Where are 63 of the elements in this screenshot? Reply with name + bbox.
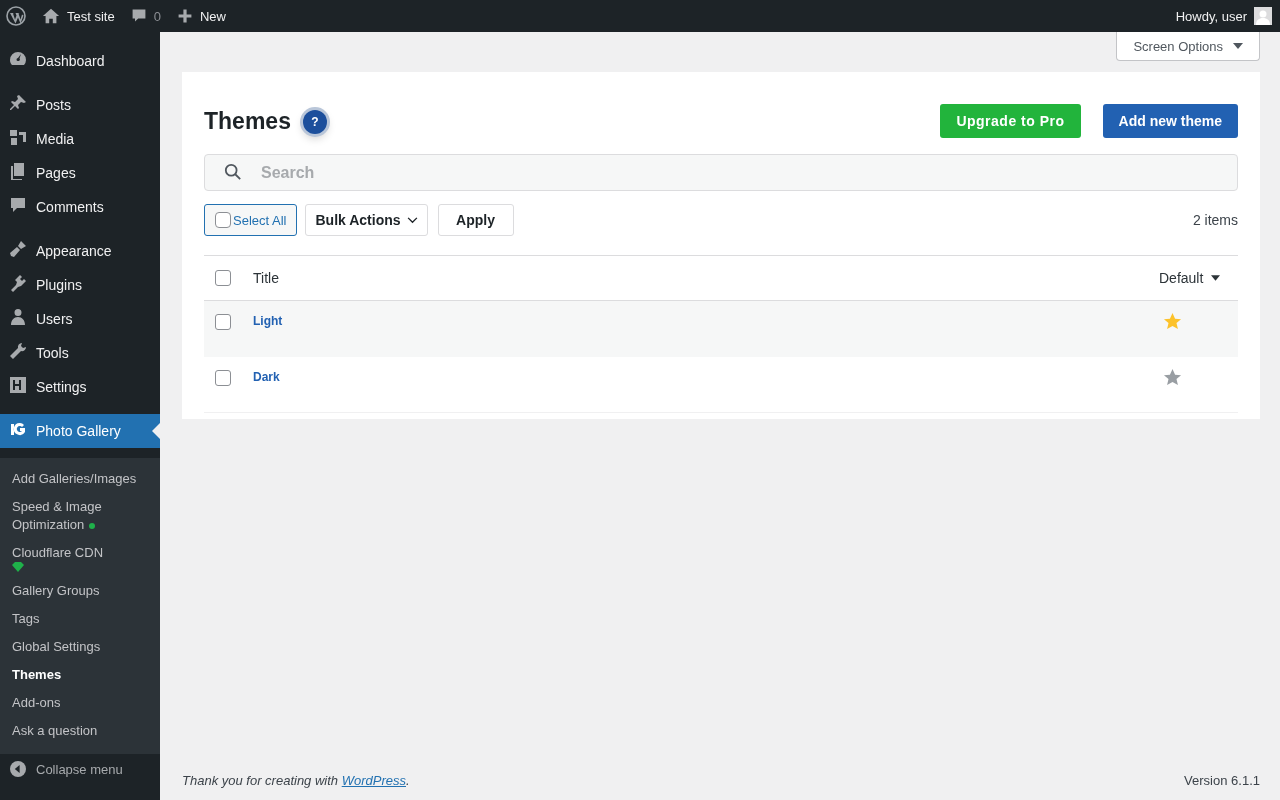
new-link[interactable]: New (199, 8, 226, 24)
collapse-menu-button[interactable]: Collapse menu (0, 754, 160, 784)
bulk-actions-dropdown[interactable]: Bulk Actions (305, 204, 428, 236)
paintbrush-icon (8, 239, 28, 259)
site-name-link[interactable]: Test site (67, 8, 115, 24)
triangle-down-icon (1211, 275, 1221, 281)
item-count: 2 items (1192, 212, 1238, 228)
wordpress-logo-icon[interactable] (6, 6, 26, 26)
menu-item[interactable]: Appearance (0, 234, 160, 268)
select-all-checkbox[interactable]: Select All (204, 204, 298, 236)
theme-title-link[interactable]: Light (253, 314, 283, 328)
footer-text: Thank you for creating with WordPress. (182, 773, 410, 788)
search-icon (224, 163, 242, 181)
row-checkbox[interactable] (215, 314, 231, 330)
chevron-down-icon (406, 216, 418, 224)
home-icon[interactable] (42, 7, 60, 25)
submenu-item[interactable]: Add-ons (0, 689, 160, 717)
row-checkbox[interactable] (215, 369, 231, 386)
star-icon[interactable] (1163, 312, 1182, 331)
speech-bubble-icon (8, 195, 28, 215)
help-button[interactable]: ? (302, 110, 327, 134)
default-column-header[interactable]: Default (1159, 270, 1237, 286)
column-header[interactable]: Title (253, 270, 279, 286)
menu-item[interactable]: Media (0, 122, 160, 156)
wordpress-link[interactable]: WordPress (341, 773, 406, 788)
person-icon (8, 307, 28, 327)
plus-icon[interactable] (176, 8, 193, 24)
select-all-checkbox[interactable] (215, 269, 231, 286)
page-title: Themes (204, 107, 291, 135)
wrench-icon (8, 341, 28, 361)
theme-title-link[interactable]: Dark (253, 369, 280, 384)
submenu-item[interactable]: Cloudflare CDN (0, 539, 160, 577)
add-theme-button[interactable]: Add new theme (1102, 104, 1238, 138)
menu-item[interactable]: Pages (0, 156, 160, 190)
menu-item[interactable]: Users (0, 302, 160, 336)
menu-item[interactable]: Comments (0, 190, 160, 224)
submenu-item[interactable]: Gallery Groups (0, 577, 160, 605)
media-icon (8, 127, 28, 147)
diamond-icon (12, 562, 24, 572)
menu-item[interactable]: Dashboard (0, 44, 160, 78)
star-icon[interactable] (1163, 367, 1182, 387)
menu-item[interactable]: Posts (0, 88, 160, 122)
pushpin-icon (8, 93, 28, 113)
comment-count[interactable]: 0 (153, 8, 161, 24)
speech-bubble-icon[interactable] (130, 8, 147, 24)
menu-item[interactable]: Plugins (0, 268, 160, 302)
triangle-down-icon (1233, 43, 1243, 49)
menu-item[interactable]: Photo Gallery (0, 414, 160, 448)
greeting-link[interactable]: Howdy, user (1175, 8, 1247, 24)
left-arrow-circle-icon (10, 761, 26, 777)
submenu-item[interactable]: Ask a question (0, 717, 160, 745)
search-field[interactable]: Search (204, 154, 1238, 191)
submenu-item[interactable]: Global Settings (0, 633, 160, 661)
submenu-item[interactable]: Themes (0, 661, 160, 689)
screen-options-button[interactable]: Screen Options (1116, 32, 1260, 61)
menu-item[interactable]: Tools (0, 336, 160, 370)
version-text: Version 6.1.1 (1184, 773, 1260, 788)
submenu-item[interactable]: Tags (0, 605, 160, 633)
submenu-item[interactable]: Add Galleries/Images (0, 465, 160, 493)
status-dot-icon (89, 522, 96, 529)
apply-button[interactable]: Apply (437, 204, 514, 236)
submenu-item[interactable]: Speed & Image Optimization (0, 493, 160, 539)
menu-item[interactable]: Settings (0, 370, 160, 404)
